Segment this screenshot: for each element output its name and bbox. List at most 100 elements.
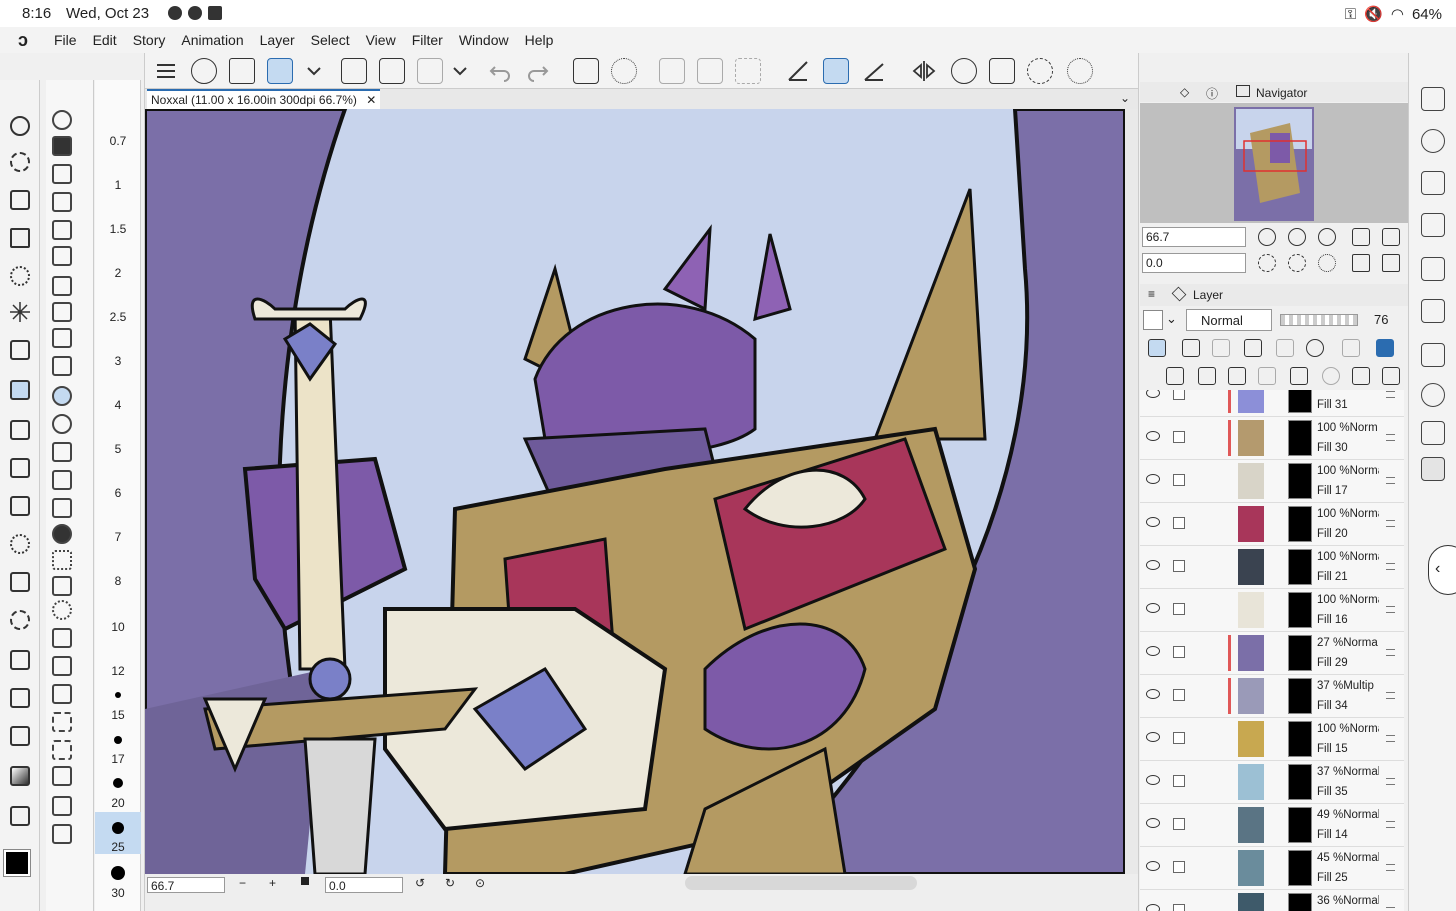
reference-layer-icon[interactable] [1182, 339, 1200, 357]
menu-story[interactable]: Story [125, 32, 174, 48]
eye-icon[interactable] [1146, 603, 1160, 613]
rotate-view-icon[interactable] [1027, 58, 1053, 84]
rotate-tool-icon[interactable] [10, 152, 30, 172]
navigator-title[interactable]: Navigator [1256, 86, 1307, 100]
menu-hamburger-icon[interactable] [153, 58, 179, 84]
clip-layer-icon[interactable] [1148, 339, 1166, 357]
operation-tool-icon[interactable] [10, 190, 30, 210]
rotate-right-icon[interactable]: ↻ [445, 876, 455, 890]
subtool-frame-icon[interactable] [52, 796, 72, 816]
fill-icon[interactable] [52, 824, 72, 844]
reset-view-icon[interactable] [1067, 58, 1093, 84]
zoom-in-icon[interactable] [1288, 228, 1306, 246]
reset-rotation-icon[interactable]: ⊙ [475, 876, 485, 890]
zoom-icon[interactable] [951, 58, 977, 84]
menu-select[interactable]: Select [303, 32, 358, 48]
drag-handle-icon[interactable] [1386, 692, 1395, 699]
opacity-slider[interactable] [1280, 314, 1358, 326]
drag-handle-icon[interactable] [1386, 391, 1395, 398]
figure-tool-icon[interactable] [10, 688, 30, 708]
subtool-duplicate-icon[interactable] [52, 246, 72, 266]
fill-bucket-icon[interactable] [10, 726, 30, 746]
subtool-spray-icon[interactable] [52, 600, 72, 620]
brush-size-option[interactable]: 12 [95, 664, 141, 678]
dock-tool-property-icon[interactable] [1421, 257, 1445, 281]
horizontal-scrollbar[interactable] [685, 876, 917, 890]
dock-layer-property-icon[interactable] [1421, 343, 1445, 367]
redo-icon[interactable] [525, 58, 551, 84]
layer-select-checkbox[interactable] [1173, 689, 1185, 701]
navigator-preview[interactable] [1140, 103, 1408, 223]
subtool-add-layer-icon[interactable] [52, 470, 72, 490]
layer-row[interactable]: 27 %Norma Fill 29 [1140, 632, 1404, 675]
layer-panel-title[interactable]: Layer [1193, 288, 1223, 302]
eyedropper-icon[interactable] [10, 340, 30, 360]
menu-edit[interactable]: Edit [85, 32, 125, 48]
layer-row[interactable]: 37 %Multip Fill 34 [1140, 675, 1404, 718]
smartphone-icon[interactable] [229, 58, 255, 84]
drag-handle-icon[interactable] [1386, 907, 1395, 911]
brush-size-option[interactable]: 6 [95, 486, 141, 500]
layer-row[interactable]: 100 %Norma Fill 16 [1140, 589, 1404, 632]
merge-layer-icon[interactable] [1290, 367, 1308, 385]
eye-icon[interactable] [1146, 861, 1160, 871]
dock-download-icon[interactable] [1421, 213, 1445, 237]
crop-icon[interactable] [573, 58, 599, 84]
subtool-soft-icon[interactable] [52, 414, 72, 434]
fit-navigator-icon[interactable] [1352, 228, 1370, 246]
mask-enable-icon[interactable] [1306, 339, 1324, 357]
document-tab[interactable]: Noxxal (11.00 x 16.00in 300dpi 66.7%) ✕ [147, 89, 381, 109]
dock-material-icon[interactable] [1421, 171, 1445, 195]
transfer-layer-icon[interactable] [1258, 367, 1276, 385]
zoom-tool-icon[interactable] [10, 116, 30, 136]
gradient-icon[interactable] [10, 766, 30, 786]
layer-select-checkbox[interactable] [1173, 818, 1185, 830]
rotation-field[interactable]: 0.0 [325, 877, 403, 893]
blend-mode-select[interactable]: Normal [1186, 309, 1272, 331]
dock-color-circle-icon[interactable] [1421, 129, 1445, 153]
close-icon[interactable]: ✕ [366, 93, 376, 107]
subtool-g-pen-icon[interactable] [52, 164, 72, 184]
layer-row[interactable]: 100 %Norma Fill 15 [1140, 718, 1404, 761]
flip-horizontal-icon[interactable] [911, 58, 937, 84]
brush-size-option[interactable]: 30 [95, 886, 141, 900]
new-raster-layer-icon[interactable] [1166, 367, 1184, 385]
layer-row[interactable]: 45 %Normal Fill 25 [1140, 847, 1404, 890]
subtool-round-icon[interactable] [52, 524, 72, 544]
draft-layer-icon[interactable] [1212, 339, 1230, 357]
folder-open-icon[interactable] [52, 684, 72, 704]
snap-grid-icon[interactable] [861, 58, 887, 84]
layer-select-checkbox[interactable] [1173, 431, 1185, 443]
eye-icon[interactable] [1146, 390, 1160, 398]
layer-select-checkbox[interactable] [1173, 732, 1185, 744]
subtool-settings-icon[interactable] [52, 302, 72, 322]
new-canvas-icon[interactable] [341, 58, 367, 84]
app-logo-icon[interactable]: ɔ [0, 30, 46, 51]
brush-size-option[interactable]: 25 [95, 840, 141, 854]
new-subtool-icon[interactable] [52, 136, 72, 156]
subtool-pen-icon[interactable] [52, 276, 72, 296]
layer-row[interactable]: 49 %Normal Fill 14 [1140, 804, 1404, 847]
layer-row[interactable]: 36 %Normal [1140, 890, 1404, 911]
dock-info-icon[interactable] [1421, 383, 1445, 407]
chevron-down-icon[interactable]: ⌄ [1120, 91, 1130, 105]
folder-icon[interactable] [52, 498, 72, 518]
snap-special-ruler-icon[interactable] [823, 58, 849, 84]
eye-icon[interactable] [1146, 689, 1160, 699]
lock-icon[interactable] [1244, 339, 1262, 357]
flip-vertical-icon[interactable] [1382, 254, 1400, 272]
zoom-field[interactable]: 66.7 [147, 877, 225, 893]
subtool-menu-icon[interactable] [52, 110, 72, 130]
undo-icon[interactable] [487, 58, 513, 84]
layer-color-box[interactable] [1143, 310, 1163, 330]
main-color-swatch[interactable] [3, 849, 31, 877]
png-icon[interactable] [52, 628, 72, 648]
lasso-select-icon[interactable] [10, 266, 30, 286]
brush-size-option[interactable]: 20 [95, 796, 141, 810]
chevron-down-icon[interactable]: ⌄ [1166, 311, 1177, 327]
pen-tool-icon[interactable] [10, 380, 30, 400]
menu-window[interactable]: Window [451, 32, 517, 48]
magic-wand-icon[interactable] [10, 302, 30, 322]
layer-select-checkbox[interactable] [1173, 517, 1185, 529]
grid-icon[interactable] [52, 712, 72, 732]
